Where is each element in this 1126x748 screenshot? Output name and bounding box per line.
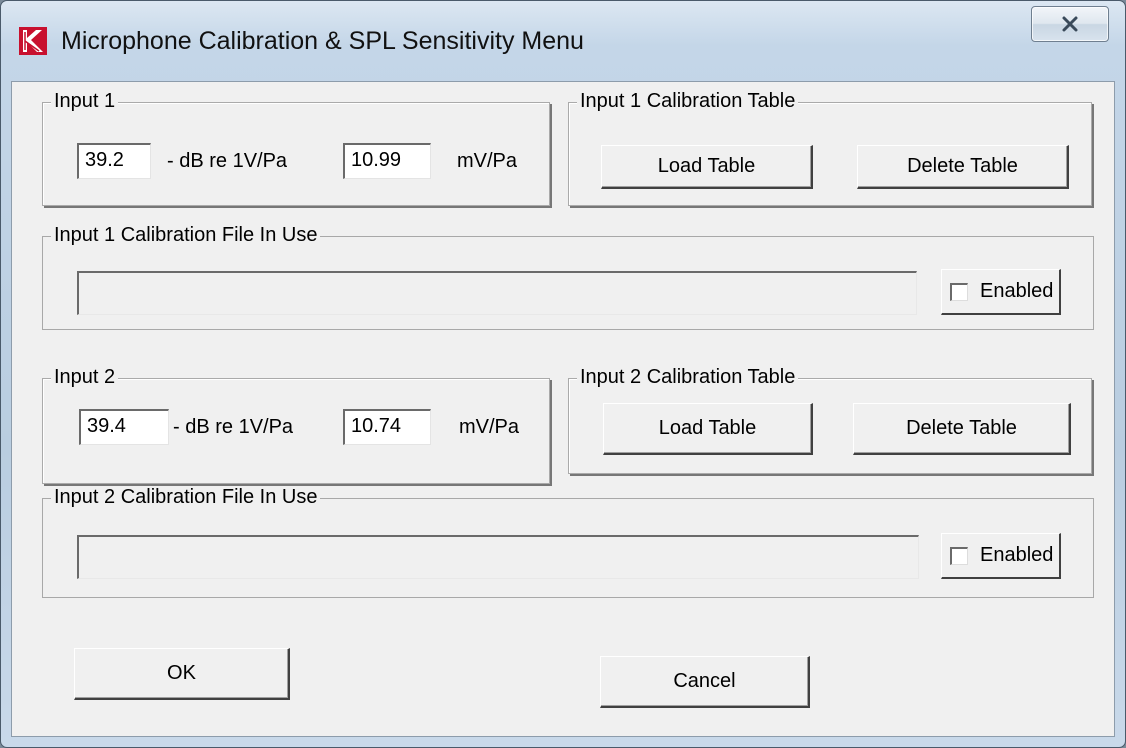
input2-group: Input 2 39.4 - dB re 1V/Pa 10.74 mV/Pa [42,366,550,484]
input1-table-group-label: Input 1 Calibration Table [577,90,799,113]
input2-delete-table-button[interactable]: Delete Table [853,403,1071,455]
ok-button[interactable]: OK [74,648,290,700]
input2-enabled-label: Enabled [980,544,1054,566]
input1-table-group: Input 1 Calibration Table Load Table Del… [568,90,1092,206]
input1-db-unit: - dB re 1V/Pa [167,150,288,172]
app-logo-icon [19,27,47,55]
title-bar: Microphone Calibration & SPL Sensitivity… [1,1,1125,81]
input2-table-group: Input 2 Calibration Table Load Table Del… [568,366,1092,474]
input2-file-group: Input 2 Calibration File In Use Enabled [42,486,1094,598]
input2-load-table-button[interactable]: Load Table [603,403,813,455]
cancel-button[interactable]: Cancel [600,656,810,708]
input1-group: Input 1 39.2 - dB re 1V/Pa 10.99 mV/Pa [42,90,550,206]
input1-enabled-label: Enabled [980,280,1054,302]
close-button[interactable] [1031,6,1109,42]
input1-file-field [77,271,917,315]
close-icon [1062,16,1078,32]
input2-enabled-checkbox[interactable] [950,547,968,565]
input1-group-label: Input 1 [51,90,119,113]
input1-db-field[interactable]: 39.2 [77,143,151,179]
input1-enabled-checkbox[interactable] [950,283,968,301]
input1-mv-field[interactable]: 10.99 [343,143,431,179]
input2-mv-unit: mV/Pa [459,416,520,438]
dialog-window: Microphone Calibration & SPL Sensitivity… [0,0,1126,748]
input1-delete-table-button[interactable]: Delete Table [857,145,1069,189]
input2-table-group-label: Input 2 Calibration Table [577,366,799,389]
input1-file-group-label: Input 1 Calibration File In Use [51,224,321,247]
input2-mv-field[interactable]: 10.74 [343,409,431,445]
input1-enabled-toggle[interactable]: Enabled [941,269,1061,315]
input2-enabled-toggle[interactable]: Enabled [941,533,1061,579]
input2-db-field[interactable]: 39.4 [79,409,169,445]
dialog-client-area: Input 1 39.2 - dB re 1V/Pa 10.99 mV/Pa I… [11,81,1115,737]
input1-mv-unit: mV/Pa [457,150,518,172]
input2-db-unit: - dB re 1V/Pa [173,416,294,438]
input2-file-group-label: Input 2 Calibration File In Use [51,486,321,509]
input1-file-group: Input 1 Calibration File In Use Enabled [42,224,1094,330]
window-title: Microphone Calibration & SPL Sensitivity… [61,27,584,55]
input2-group-label: Input 2 [51,366,119,389]
input1-load-table-button[interactable]: Load Table [601,145,813,189]
input2-file-field [77,535,919,579]
